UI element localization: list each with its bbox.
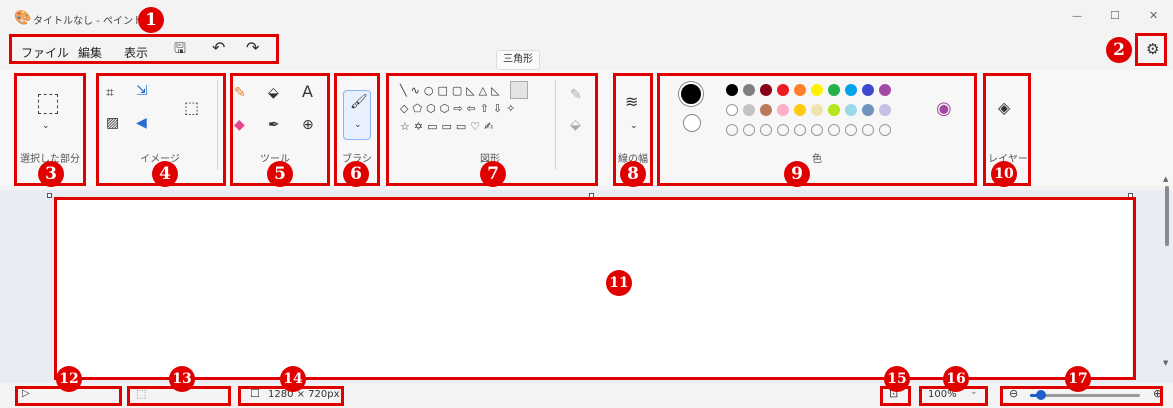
badge-12: 12 — [56, 366, 82, 392]
badge-9: 9 — [784, 161, 810, 187]
scrollbar-thumb[interactable] — [1165, 186, 1169, 246]
paint-app-icon: 🎨 — [14, 10, 32, 26]
scroll-up-icon[interactable]: ▲ — [1163, 176, 1168, 183]
close-button[interactable]: ✕ — [1149, 9, 1158, 22]
highlight-settings — [1135, 33, 1167, 66]
highlight-menu — [9, 34, 279, 64]
badge-16: 16 — [943, 366, 969, 392]
badge-4: 4 — [152, 161, 178, 187]
tooltip-text: 三角形 — [503, 54, 533, 65]
badge-5: 5 — [267, 161, 293, 187]
highlight-color — [657, 73, 977, 186]
badge-17: 17 — [1065, 366, 1091, 392]
badge-11: 11 — [606, 270, 632, 296]
scroll-down-icon[interactable]: ▼ — [1163, 360, 1168, 367]
canvas-resize-handle[interactable] — [47, 193, 52, 198]
badge-10: 10 — [991, 161, 1017, 187]
title-bar: 🎨 タイトルなし - ペイント — ☐ ✕ — [0, 0, 1173, 38]
badge-13: 13 — [169, 366, 195, 392]
badge-6: 6 — [343, 161, 369, 187]
badge-1: 1 — [138, 7, 164, 33]
window-title: タイトルなし - ペイント — [33, 16, 143, 27]
badge-15: 15 — [884, 366, 910, 392]
badge-8: 8 — [620, 161, 646, 187]
badge-2: 2 — [1106, 37, 1132, 63]
tooltip: 三角形 — [496, 50, 540, 70]
highlight-canvas — [54, 197, 1136, 380]
badge-14: 14 — [280, 366, 306, 392]
maximize-button[interactable]: ☐ — [1110, 9, 1120, 22]
vertical-scrollbar[interactable]: ▲ ▼ — [1163, 176, 1171, 370]
badge-3: 3 — [38, 161, 64, 187]
badge-7: 7 — [480, 161, 506, 187]
minimize-button[interactable]: — — [1072, 11, 1082, 22]
